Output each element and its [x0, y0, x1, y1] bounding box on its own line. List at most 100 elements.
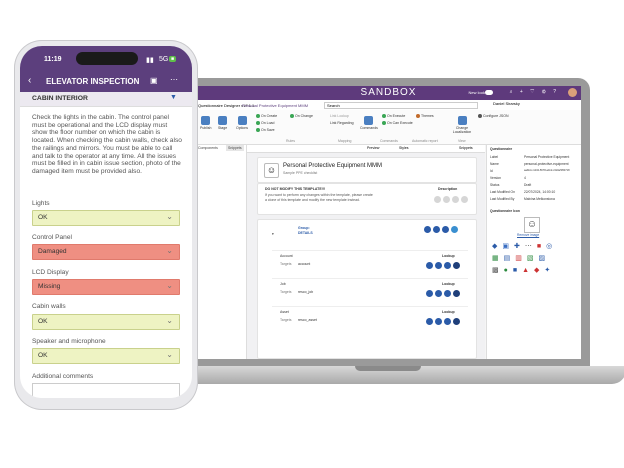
top-bar-icons[interactable]: ⌕ + ▽ ⚙ ?: [510, 89, 559, 95]
icon-option: ▤: [503, 255, 516, 262]
template-header-card[interactable]: ☺ Personal Protective Equipment MMM Samp…: [257, 157, 477, 183]
prop-row[interactable]: Version 4: [490, 176, 580, 183]
prop-row[interactable]: Last Modified On 22/07/2024, 14:00:10: [490, 190, 580, 197]
user-name: Daniel Sirarsky: [493, 101, 520, 106]
plus-icon: [290, 114, 294, 119]
code-icon: [478, 114, 482, 119]
group-name: DETAILS: [298, 231, 313, 235]
description-label: Description: [438, 187, 458, 191]
lights-select[interactable]: OK ⌄: [32, 210, 180, 226]
ribbon-group-rules: Rules: [286, 139, 295, 143]
chevron-down-icon: ⌄: [166, 246, 173, 255]
on-create-button[interactable]: On Create: [256, 114, 277, 119]
icon-option: ▩: [492, 267, 504, 274]
remove-image-link[interactable]: Remove image: [517, 233, 539, 237]
link-lookup-button[interactable]: Link Lookup: [330, 114, 349, 118]
commands-button[interactable]: Commands: [360, 116, 378, 130]
field-label-speaker: Speaker and microphone: [32, 338, 106, 345]
field-label-additional: Additional comments: [32, 373, 94, 380]
configure-json-button[interactable]: Configure JSON: [478, 114, 508, 119]
warning-text: If you want to perform any changes withi…: [265, 193, 373, 202]
field-row-account[interactable]: Account Targets account Lookup: [272, 250, 468, 279]
palette-icon: [416, 114, 420, 119]
icon-option: ⋯: [524, 243, 537, 250]
icon-option: ●: [503, 267, 513, 274]
ribbon-group-mapping: Mapping: [338, 139, 352, 143]
icon-option: ▥: [515, 255, 527, 262]
battery-icon: ■: [169, 56, 177, 62]
prop-row[interactable]: Last Modified By Malvina Melkonstova: [490, 197, 580, 204]
group-actions[interactable]: [422, 226, 458, 234]
components-tab[interactable]: Components: [198, 146, 218, 150]
icon-option: ◎: [546, 243, 558, 250]
prop-row[interactable]: Status Draft: [490, 183, 580, 190]
warning-actions[interactable]: [432, 196, 468, 204]
ribbon-group-commands: Commands: [380, 139, 398, 143]
field-targets: Targets: [280, 318, 292, 322]
group-details-card[interactable]: ▾ Group: DETAILS Account Targets account…: [257, 219, 477, 359]
phone-screen: 11:19 ▮▮ 5G ■ ‹ ELEVATOR INSPECTION ▣ ⋯ …: [20, 46, 192, 398]
questionnaire-icon-preview: ☺: [524, 217, 540, 233]
row-actions[interactable]: [424, 290, 460, 298]
warning-card[interactable]: DO NOT MODIFY THIS TEMPLATE!!! If you wa…: [257, 183, 477, 215]
chevron-down-icon: ⌄: [166, 281, 173, 290]
field-row-asset[interactable]: Asset Targets resco_asset Lookup: [272, 306, 468, 335]
on-save-button[interactable]: On Save: [256, 128, 275, 133]
snippets-right-button[interactable]: Snippets: [459, 146, 473, 150]
icon-option: ▣: [502, 243, 515, 250]
save-icon[interactable]: ▣: [150, 76, 158, 85]
instructions-text: Check the lights in the cabin. The contr…: [32, 114, 182, 175]
chevron-down-icon: ⌄: [166, 316, 173, 325]
prop-row[interactable]: Name personal-protective-equipment: [490, 162, 580, 169]
phone-header: ‹ ELEVATOR INSPECTION ▣ ⋯: [20, 70, 192, 92]
section-header[interactable]: CABIN INTERIOR ▼: [20, 92, 192, 107]
field-label-lcd-display: LCD Display: [32, 269, 69, 276]
field-target-value: account: [298, 262, 311, 266]
styles-button[interactable]: Styles: [399, 146, 409, 150]
search-box[interactable]: Search: [324, 102, 478, 109]
collapse-icon[interactable]: ▼: [170, 94, 177, 101]
plus-icon: [382, 121, 386, 126]
back-icon[interactable]: ‹: [28, 75, 31, 86]
stage-button[interactable]: Stage: [218, 116, 227, 130]
plus-icon: [256, 121, 260, 126]
link-regarding-button[interactable]: Link Regarding: [330, 121, 354, 125]
field-kind: Lookup: [442, 254, 455, 258]
components-pane: Components Snippets: [196, 145, 247, 359]
on-can-execute-button[interactable]: On Can Execute: [382, 121, 413, 126]
chevron-down-icon[interactable]: ▾: [272, 232, 274, 236]
control-panel-select[interactable]: Damaged ⌄: [32, 244, 180, 260]
new-look-toggle[interactable]: [485, 90, 493, 95]
options-button[interactable]: Options: [236, 116, 248, 130]
preview-button[interactable]: Preview: [367, 146, 379, 150]
stage-icon: [218, 116, 228, 125]
form-title: ELEVATOR INSPECTION: [46, 77, 140, 86]
on-load-button[interactable]: On Load: [256, 121, 274, 126]
change-localization-button[interactable]: Change Localization: [450, 116, 474, 134]
additional-comments-input[interactable]: [32, 383, 180, 398]
speaker-select[interactable]: OK ⌄: [32, 348, 180, 364]
icon-option: ◆: [534, 267, 545, 274]
row-actions[interactable]: [424, 262, 460, 270]
icon-picker-grid[interactable]: ◆▣✚⋯■◎ ▦▤▥▧▨ ▩●■▲◆✦: [492, 241, 576, 277]
lcd-display-select[interactable]: Missing ⌄: [32, 279, 180, 295]
on-change-button[interactable]: On Change: [290, 114, 313, 119]
signal-label: 5G: [159, 56, 169, 63]
prop-row[interactable]: Label Personal Protective Equipment: [490, 155, 580, 162]
publish-button[interactable]: Publish: [200, 116, 211, 130]
field-name: Asset: [280, 310, 289, 314]
field-name: Job: [280, 282, 286, 286]
on-execute-button[interactable]: On Execute: [382, 114, 405, 119]
themes-button[interactable]: Themes: [416, 114, 434, 119]
prop-row[interactable]: Id aabbcc-1234-5678-a1b2-c3d4e5f60718: [490, 169, 580, 176]
more-icon[interactable]: ⋯: [170, 75, 178, 84]
cabin-walls-select[interactable]: OK ⌄: [32, 314, 180, 330]
row-actions[interactable]: [424, 318, 460, 326]
field-label-lights: Lights: [32, 200, 50, 207]
globe-icon: [457, 116, 467, 125]
props-list: Label Personal Protective Equipment Name p…: [490, 155, 580, 204]
snippets-tab[interactable]: Snippets: [226, 145, 244, 151]
user-avatar[interactable]: [568, 88, 577, 97]
field-row-job[interactable]: Job Targets resco_job Lookup: [272, 278, 468, 307]
tab-ppe[interactable]: Personal Protective Equipment MMM: [242, 103, 308, 108]
